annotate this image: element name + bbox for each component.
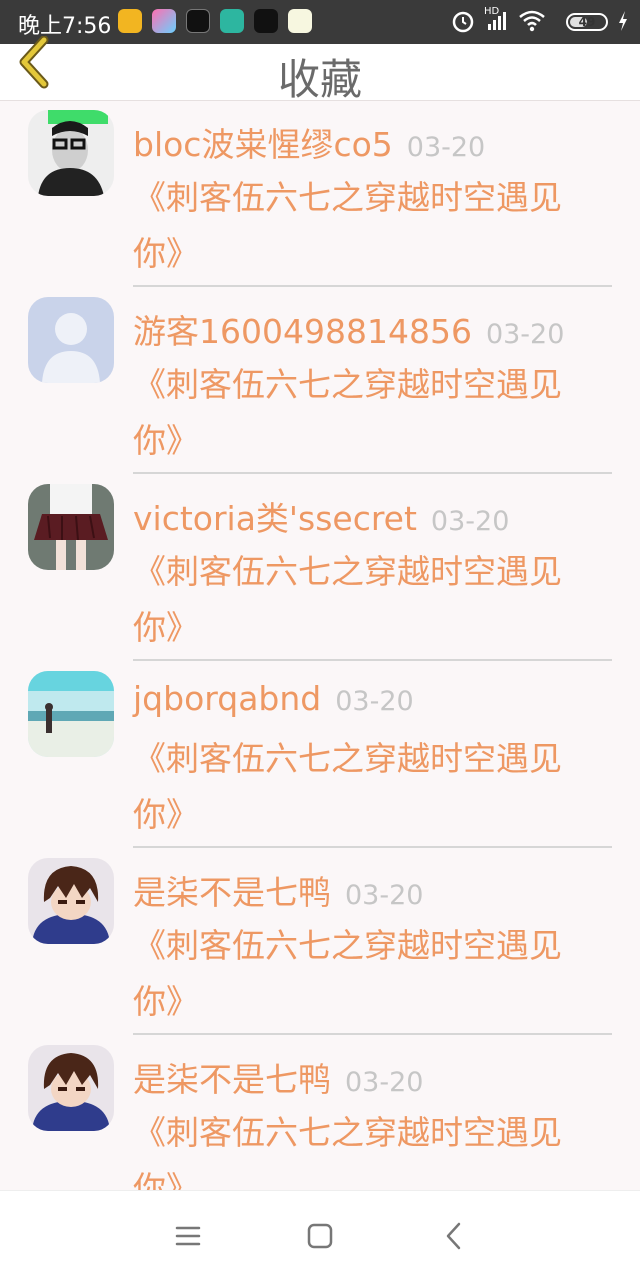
favorite-content[interactable]: 《刺客伍六七之穿越时空遇见你》 <box>133 544 603 656</box>
page-title: 收藏 <box>277 55 362 104</box>
favorite-content[interactable]: 《刺客伍六七之穿越时空遇见你》 <box>133 731 603 843</box>
avatar[interactable] <box>28 297 114 383</box>
post-date: 03-20 <box>406 132 486 163</box>
post-date: 03-20 <box>345 1067 424 1098</box>
home-button[interactable] <box>303 1219 337 1253</box>
post-date: 03-20 <box>485 319 565 350</box>
menu-button[interactable] <box>171 1219 205 1253</box>
avatar[interactable] <box>28 484 114 570</box>
favorite-item[interactable]: 是柒不是七鸭 03-20 《刺客伍六七之穿越时空遇见你》 <box>0 1035 640 1190</box>
username[interactable]: 是柒不是七鸭 <box>133 873 331 912</box>
status-right: HD 49 <box>450 6 630 36</box>
alarm-icon <box>452 11 474 33</box>
post-date: 03-20 <box>430 506 510 537</box>
nav-back-button[interactable] <box>437 1219 471 1253</box>
home-square-icon <box>307 1223 333 1249</box>
favorite-item[interactable]: 是柒不是七鸭 03-20 《刺客伍六七之穿越时空遇见你》 <box>0 848 640 1035</box>
status-bar: 晚上7:56 HD 49 <box>0 0 640 44</box>
charging-icon <box>619 11 627 31</box>
battery-level-text: 49 <box>578 15 596 29</box>
post-date: 03-20 <box>345 880 424 911</box>
header: 收藏 <box>0 35 640 104</box>
signal-icon <box>488 12 506 30</box>
favorite-item[interactable]: bloc波粜惺缪co5 03-20 《刺客伍六七之穿越时空遇见你》 <box>0 100 640 287</box>
weibo-icon <box>118 9 142 33</box>
avatar[interactable] <box>28 110 114 196</box>
wifi-icon <box>519 10 545 32</box>
avatar[interactable] <box>28 671 114 757</box>
back-triangle-icon <box>446 1222 461 1250</box>
favorite-item[interactable]: jqborqabnd 03-20 《刺客伍六七之穿越时空遇见你》 <box>0 661 640 848</box>
favorites-list: bloc波粜惺缪co5 03-20 《刺客伍六七之穿越时空遇见你》 游客16004… <box>0 100 640 1190</box>
username[interactable]: 是柒不是七鸭 <box>133 1060 331 1099</box>
username[interactable]: 游客1600498814856 <box>133 312 472 351</box>
avatar[interactable] <box>28 858 114 944</box>
menu-icon <box>175 1226 201 1246</box>
favorite-content[interactable]: 《刺客伍六七之穿越时空遇见你》 <box>133 357 603 469</box>
battery-icon: 49 <box>566 13 608 31</box>
system-nav-bar <box>0 1190 640 1281</box>
capcut-icon <box>186 9 210 33</box>
username[interactable]: bloc波粜惺缪co5 <box>133 125 393 164</box>
username[interactable]: jqborqabnd <box>133 679 321 718</box>
favorite-content[interactable]: 《刺客伍六七之穿越时空遇见你》 <box>133 918 603 1030</box>
post-date: 03-20 <box>335 686 414 717</box>
favorite-item[interactable]: 游客1600498814856 03-20 《刺客伍六七之穿越时空遇见你》 <box>0 287 640 474</box>
podcast-icon <box>220 9 244 33</box>
game-center-icon <box>152 9 176 33</box>
default-avatar-icon <box>28 297 114 383</box>
tiktok-icon <box>254 9 278 33</box>
chat-bubble-icon <box>288 9 312 33</box>
username[interactable]: victoria类'ssecret <box>133 499 417 538</box>
favorite-content[interactable]: 《刺客伍六七之穿越时空遇见你》 <box>133 1105 603 1190</box>
avatar[interactable] <box>28 1045 114 1131</box>
favorite-content[interactable]: 《刺客伍六七之穿越时空遇见你》 <box>133 170 603 282</box>
favorite-item[interactable]: victoria类'ssecret 03-20 《刺客伍六七之穿越时空遇见你》 <box>0 474 640 661</box>
